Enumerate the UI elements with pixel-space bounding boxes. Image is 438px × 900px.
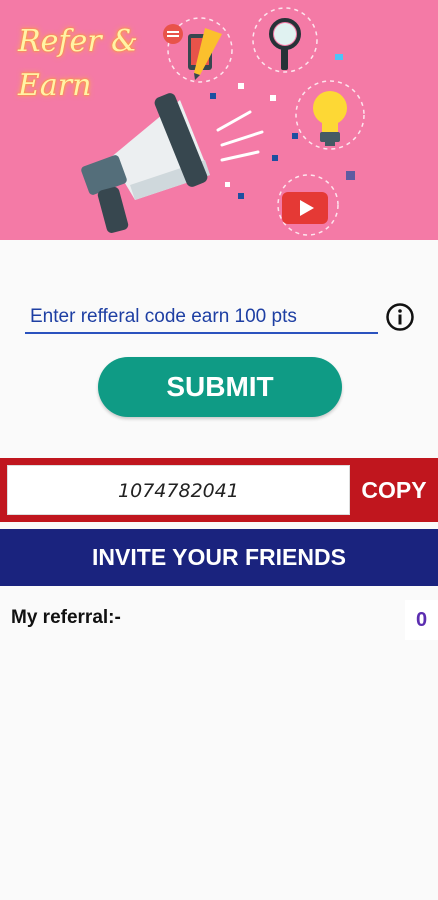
submit-button[interactable]: SUBMIT	[98, 357, 342, 417]
copy-button[interactable]: COPY	[350, 458, 438, 522]
banner-title: Refer & Earn	[18, 24, 138, 103]
lightbulb-icon	[313, 91, 347, 146]
referral-code-display: 1074782041	[7, 465, 350, 515]
megaphone-icon	[81, 93, 210, 233]
pencil-icon	[188, 28, 222, 80]
my-referral-label: My referral:-	[11, 607, 121, 628]
refer-earn-banner: Refer & Earn	[0, 0, 438, 240]
my-referral-count: 0	[405, 600, 438, 640]
magnifier-icon	[269, 18, 301, 70]
invite-friends-button[interactable]: INVITE YOUR FRIENDS	[0, 529, 438, 586]
share-code-row: 1074782041 COPY	[0, 458, 438, 522]
referral-code-field[interactable]	[25, 302, 378, 334]
referral-code-input[interactable]	[25, 302, 378, 332]
info-icon[interactable]	[385, 302, 415, 332]
play-icon	[282, 192, 328, 224]
refer-earn-screen: Refer & Earn SUBMIT 1074782041 COPY INVI…	[0, 0, 438, 900]
